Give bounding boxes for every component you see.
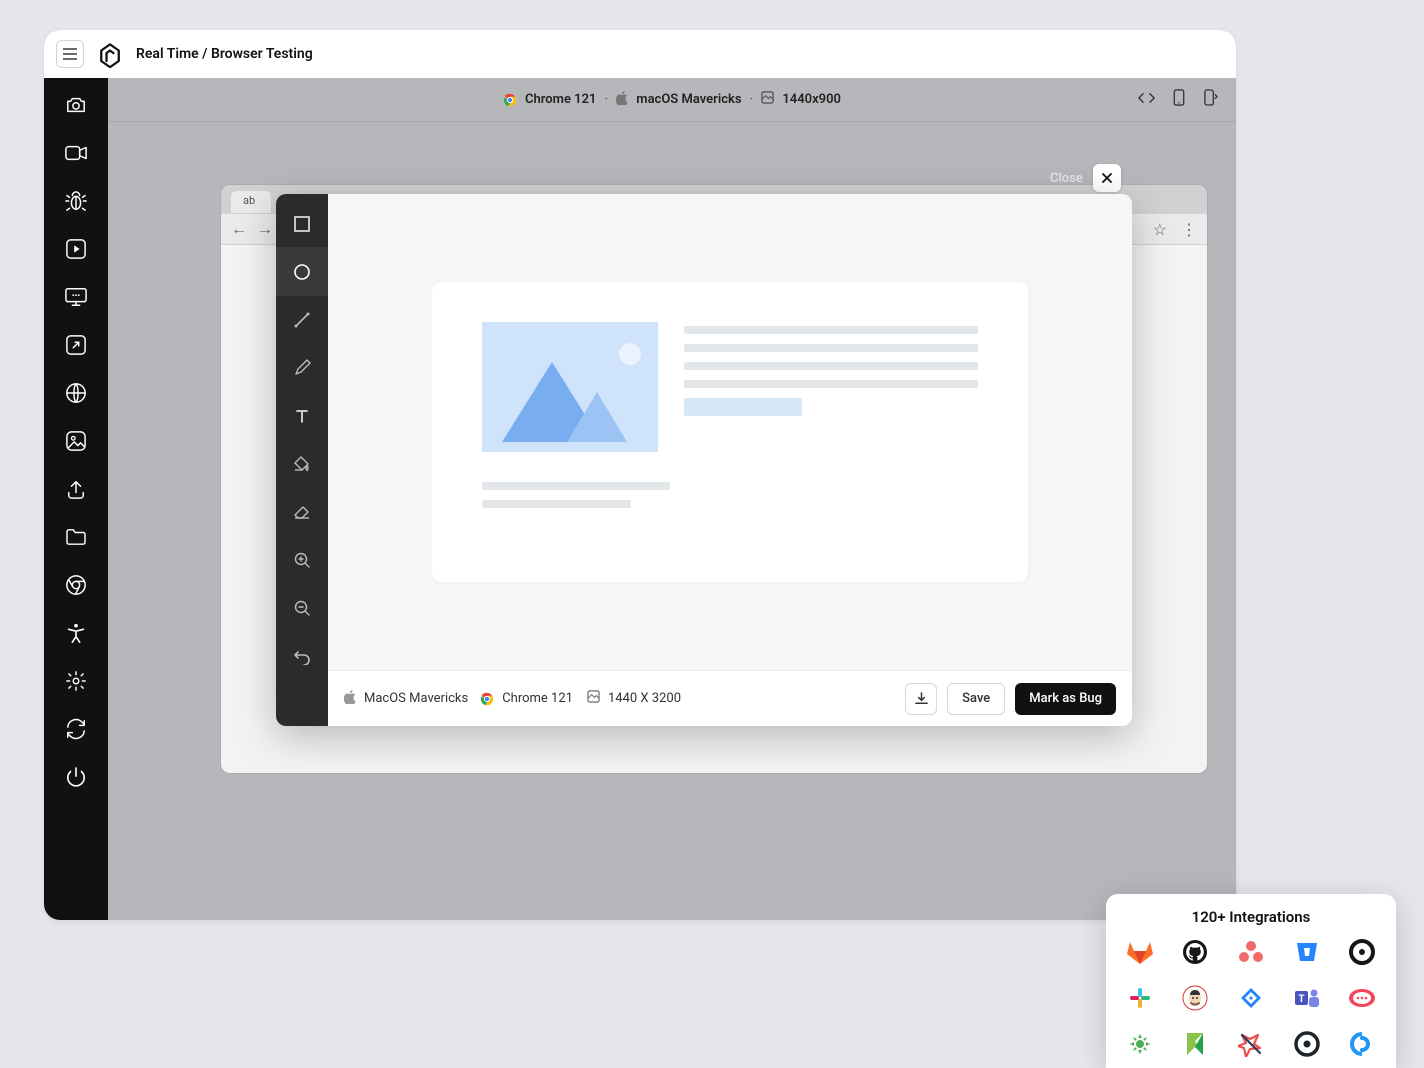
- int-bitbucket-icon[interactable]: [1293, 938, 1321, 966]
- int-rocketchat-icon[interactable]: [1348, 984, 1376, 1012]
- app-window: Real Time / Browser Testing Chrome 121 ·…: [44, 30, 1236, 920]
- placeholder-image-icon: [482, 322, 658, 452]
- int-circleci-icon[interactable]: [1348, 938, 1376, 966]
- int-slack-icon[interactable]: [1126, 984, 1154, 1012]
- external-link-icon[interactable]: [63, 332, 89, 358]
- left-rail: [44, 78, 108, 920]
- int-github-icon[interactable]: [1181, 938, 1209, 966]
- download-button[interactable]: [905, 683, 937, 715]
- int-teams-icon[interactable]: T: [1293, 984, 1321, 1012]
- annot-fill-icon[interactable]: [276, 440, 328, 488]
- camera-icon[interactable]: [63, 92, 89, 118]
- annot-rectangle-icon[interactable]: [276, 200, 328, 248]
- bookmark-icon[interactable]: ☆: [1153, 220, 1167, 239]
- bug-icon[interactable]: [63, 188, 89, 214]
- integrations-title: 120+ Integrations: [1124, 908, 1378, 926]
- screenshot-preview: [328, 194, 1132, 670]
- screenshot-modal: MacOS Mavericks Chrome 121 1440 X 3200 S…: [276, 194, 1132, 726]
- settings-icon[interactable]: [63, 668, 89, 694]
- power-icon[interactable]: [63, 764, 89, 790]
- menu-button[interactable]: [56, 40, 84, 68]
- integrations-card: 120+ Integrations T: [1106, 894, 1396, 1068]
- nav-forward-icon[interactable]: →: [257, 219, 273, 239]
- video-icon[interactable]: [63, 140, 89, 166]
- int-katalon-icon[interactable]: [1181, 1030, 1209, 1058]
- preview-wrap: MacOS Mavericks Chrome 121 1440 X 3200 S…: [328, 194, 1132, 726]
- footer-dimensions: 1440 X 3200: [608, 691, 681, 706]
- play-icon[interactable]: [63, 236, 89, 262]
- svg-text:T: T: [1298, 994, 1304, 1005]
- device-icon[interactable]: [1173, 89, 1185, 110]
- integrations-grid: T: [1124, 938, 1378, 1058]
- monitor-icon[interactable]: [63, 284, 89, 310]
- swap-icon[interactable]: [63, 716, 89, 742]
- devtools-icon[interactable]: [1138, 90, 1155, 109]
- upload-icon[interactable]: [63, 476, 89, 502]
- int-xray-icon[interactable]: [1237, 1030, 1265, 1058]
- breadcrumb: Real Time / Browser Testing: [136, 46, 313, 62]
- annot-pencil-icon[interactable]: [276, 344, 328, 392]
- rotate-device-icon[interactable]: [1203, 89, 1218, 110]
- mark-bug-button[interactable]: Mark as Bug: [1015, 683, 1116, 715]
- context-browser: Chrome 121: [525, 92, 596, 107]
- kebab-icon[interactable]: ⋮: [1181, 220, 1197, 239]
- int-gitlab-icon[interactable]: [1126, 938, 1154, 966]
- chrome-icon: [480, 692, 494, 706]
- save-button[interactable]: Save: [947, 683, 1005, 715]
- modal-footer: MacOS Mavericks Chrome 121 1440 X 3200 S…: [328, 670, 1132, 726]
- int-flower-icon[interactable]: [1126, 1030, 1154, 1058]
- annot-line-icon[interactable]: [276, 296, 328, 344]
- int-jira-icon[interactable]: [1237, 984, 1265, 1012]
- folder-icon[interactable]: [63, 524, 89, 550]
- footer-browser: Chrome 121: [502, 691, 573, 706]
- annot-zoom-out-icon[interactable]: [276, 584, 328, 632]
- chrome-icon: [503, 93, 517, 107]
- annot-circle-icon[interactable]: [276, 248, 328, 296]
- logo-icon: [96, 40, 124, 68]
- context-info: Chrome 121 · macOS Mavericks · 1440x900: [503, 91, 841, 109]
- annot-eraser-icon[interactable]: [276, 488, 328, 536]
- annotation-toolbar: [276, 194, 328, 726]
- browser-tab[interactable]: ab: [231, 191, 271, 213]
- int-clickup-icon[interactable]: [1348, 1030, 1376, 1058]
- annot-zoom-in-icon[interactable]: [276, 536, 328, 584]
- location-icon[interactable]: [63, 428, 89, 454]
- annot-undo-icon[interactable]: [276, 632, 328, 680]
- int-newrelic-icon[interactable]: [1293, 1030, 1321, 1058]
- resolution-icon: [761, 91, 774, 108]
- close-button[interactable]: [1093, 164, 1121, 192]
- chrome-icon[interactable]: [63, 572, 89, 598]
- nav-back-icon[interactable]: ←: [231, 219, 247, 239]
- apple-icon: [616, 91, 628, 109]
- annot-text-icon[interactable]: [276, 392, 328, 440]
- int-jenkins-icon[interactable]: [1181, 984, 1209, 1012]
- header-bar: Real Time / Browser Testing: [44, 30, 1236, 78]
- apple-icon: [344, 690, 356, 708]
- int-asana-icon[interactable]: [1237, 938, 1265, 966]
- context-bar: Chrome 121 · macOS Mavericks · 1440x900: [108, 78, 1236, 122]
- close-label: Close: [1050, 171, 1083, 186]
- context-os: macOS Mavericks: [636, 92, 741, 107]
- context-resolution: 1440x900: [782, 92, 841, 107]
- accessibility-icon[interactable]: [63, 620, 89, 646]
- modal-close-group: Close: [1050, 164, 1121, 192]
- mock-content: [432, 282, 1028, 582]
- footer-os: MacOS Mavericks: [364, 691, 468, 706]
- network-icon[interactable]: [63, 380, 89, 406]
- dimensions-icon: [587, 690, 600, 707]
